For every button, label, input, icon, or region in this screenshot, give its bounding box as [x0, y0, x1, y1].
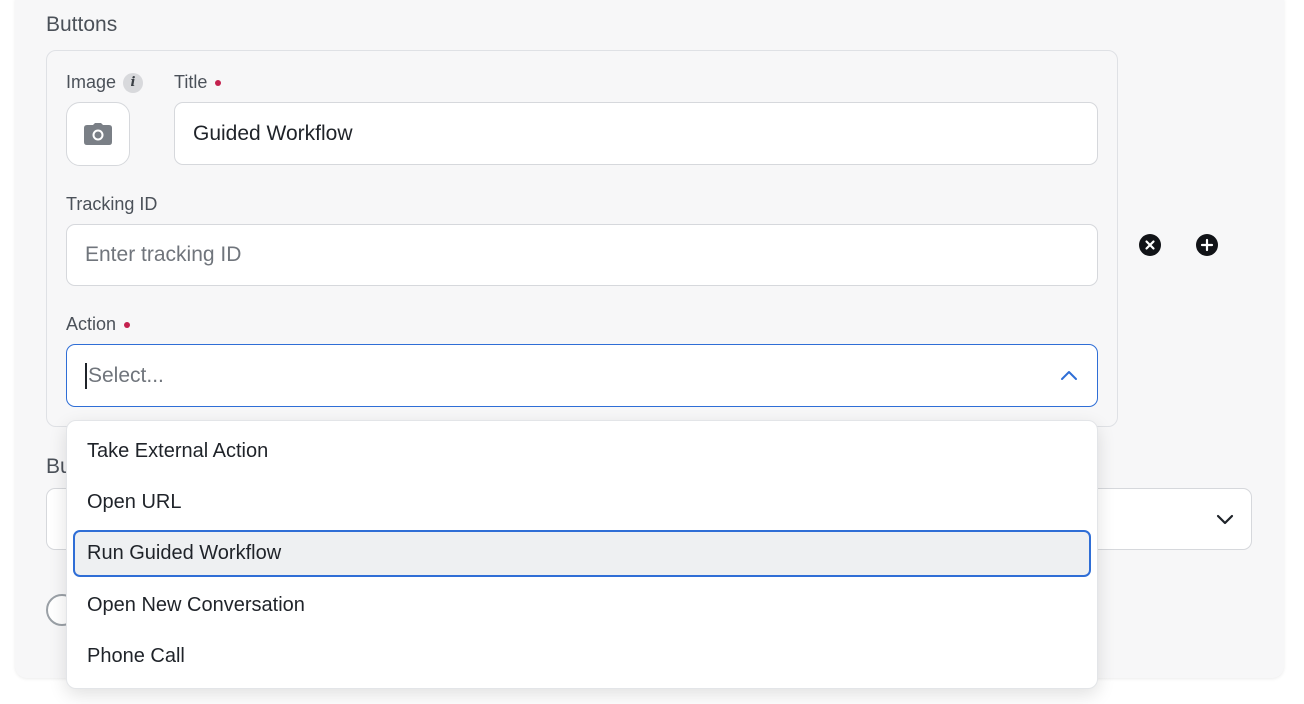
action-label: Action — [66, 314, 117, 334]
title-label-row: Title — [174, 72, 222, 93]
info-icon[interactable]: i — [123, 72, 144, 93]
required-indicator — [215, 79, 222, 86]
option-phone-call[interactable]: Phone Call — [73, 633, 1091, 680]
chevron-up-icon — [1061, 371, 1077, 380]
option-open-new-conversation[interactable]: Open New Conversation — [73, 582, 1091, 629]
tracking-id-input[interactable]: Enter tracking ID — [66, 224, 1098, 286]
plus-circle-icon[interactable] — [1196, 234, 1218, 256]
tracking-id-placeholder: Enter tracking ID — [85, 243, 242, 266]
option-open-url[interactable]: Open URL — [73, 479, 1091, 526]
action-select-placeholder: Select... — [88, 363, 164, 387]
image-label: Image — [66, 72, 117, 92]
close-circle-icon[interactable] — [1139, 234, 1161, 256]
tracking-label-row: Tracking ID — [66, 194, 157, 215]
title-input[interactable]: Guided Workflow — [174, 102, 1098, 165]
chevron-down-icon — [1216, 514, 1234, 525]
required-indicator — [124, 321, 131, 328]
option-run-guided-workflow[interactable]: Run Guided Workflow — [73, 530, 1091, 577]
section-title: Buttons — [46, 13, 118, 36]
text-cursor — [85, 362, 87, 389]
image-label-row: Image i — [66, 72, 144, 93]
tracking-id-label: Tracking ID — [66, 194, 158, 214]
action-label-row: Action — [66, 314, 131, 335]
action-select[interactable]: Select... — [66, 344, 1098, 407]
option-take-external-action[interactable]: Take External Action — [73, 428, 1091, 475]
image-upload-button[interactable] — [66, 102, 130, 166]
title-input-value: Guided Workflow — [193, 121, 353, 145]
camera-icon — [84, 123, 112, 145]
title-label: Title — [174, 72, 208, 92]
action-dropdown-menu: Take External Action Open URL Run Guided… — [66, 420, 1098, 689]
